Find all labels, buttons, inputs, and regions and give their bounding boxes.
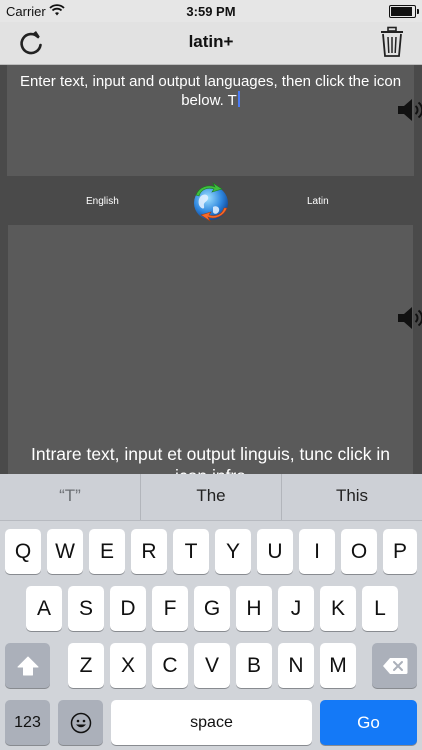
key-d[interactable]: D [110,586,146,631]
key-x[interactable]: X [110,643,146,688]
key-n[interactable]: N [278,643,314,688]
key-o[interactable]: O [341,529,377,574]
key-s[interactable]: S [68,586,104,631]
key-u[interactable]: U [257,529,293,574]
backspace-icon [382,658,407,674]
key-b[interactable]: B [236,643,272,688]
backspace-key[interactable] [372,643,417,688]
key-z[interactable]: Z [68,643,104,688]
status-time: 3:59 PM [186,4,236,19]
key-c[interactable]: C [152,643,188,688]
app-title: latin+ [188,32,234,51]
key-y[interactable]: Y [215,529,251,574]
status-bar: Carrier 3:59 PM [0,0,422,22]
key-w[interactable]: W [47,529,83,574]
text-caret [237,91,240,107]
translate-globe-icon[interactable] [191,182,231,222]
output-text-content: Intrare text, input et output linguis, t… [31,444,390,475]
keyboard: “T” The This Q W E R T Y U I O P A S D F… [0,474,422,750]
key-r[interactable]: R [131,529,167,574]
key-q[interactable]: Q [5,529,41,574]
speaker-icon[interactable] [397,306,422,330]
trash-icon[interactable] [378,26,406,58]
key-e[interactable]: E [89,529,125,574]
key-p[interactable]: P [383,529,417,574]
shift-icon [17,656,38,676]
input-text-value: Enter text, input and output languages, … [19,73,402,109]
key-g[interactable]: G [194,586,230,631]
key-i[interactable]: I [299,529,335,574]
suggestion-item[interactable]: This [282,474,422,520]
target-language[interactable]: Latin [307,196,329,207]
suggestion-item[interactable]: “T” [0,474,140,520]
key-t[interactable]: T [173,529,209,574]
input-text-content: Enter text, input and output languages, … [11,72,410,110]
key-j[interactable]: J [278,586,314,631]
emoji-key[interactable] [58,700,103,745]
key-k[interactable]: K [320,586,356,631]
key-h[interactable]: H [236,586,272,631]
key-f[interactable]: F [152,586,188,631]
key-l[interactable]: L [362,586,398,631]
speaker-icon[interactable] [397,98,422,122]
emoji-icon [70,712,91,734]
key-v[interactable]: V [194,643,230,688]
suggestion-item[interactable]: The [141,474,281,520]
navigation-bar: latin+ [0,22,422,65]
source-language[interactable]: English [86,196,119,207]
output-text-area[interactable]: Intrare text, input et output linguis, t… [8,225,413,475]
key-a[interactable]: A [26,586,62,631]
shift-key[interactable] [5,643,50,688]
battery-icon [389,5,419,18]
space-key[interactable]: space [111,700,312,745]
input-text-area[interactable]: Enter text, input and output languages, … [7,65,414,176]
key-m[interactable]: M [320,643,356,688]
go-key[interactable]: Go [320,700,417,745]
numbers-key[interactable]: 123 [5,700,50,745]
suggestion-bar: “T” The This [0,474,422,521]
